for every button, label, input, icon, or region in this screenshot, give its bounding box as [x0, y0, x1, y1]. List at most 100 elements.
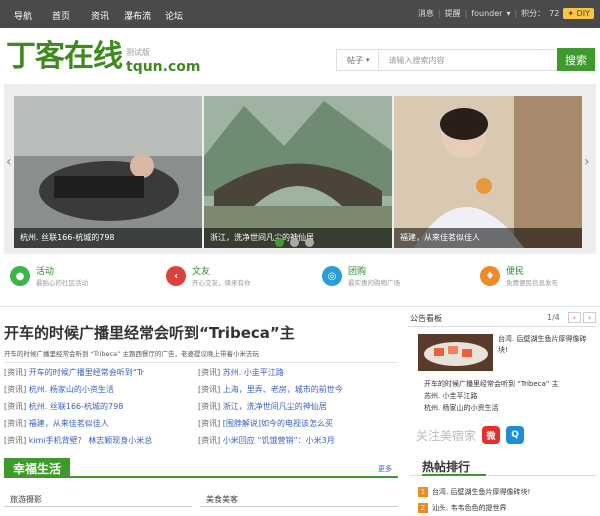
username-link[interactable]: founder [471, 9, 502, 18]
feature-desc: 开心交友，缘来有你 [192, 279, 251, 287]
subsection-travel[interactable]: 旅游摄影 [10, 494, 42, 505]
remind-link[interactable]: 提醒 [445, 8, 461, 19]
divider [4, 362, 398, 363]
news-item[interactable]: [资讯] 杭州. 杨家山的小资生活 [4, 381, 152, 398]
qq-icon[interactable]: Q [506, 426, 525, 444]
slide-photo-bridge [204, 96, 392, 248]
hot-posts-header: 热帖排行 [410, 454, 596, 476]
news-list-right: [资讯] 苏州. 小圭平江路 [资讯] 上海，里弄、老房，城市的前世今 [资讯]… [198, 364, 343, 449]
slider-next-icon[interactable]: › [584, 154, 590, 170]
notice-list: 开车的时候广播里经常会听到 “Tribeca” 主 苏州. 小圭平江路 杭州. … [424, 378, 559, 414]
nav-item-waterfall[interactable]: 瀑布流 [124, 9, 151, 22]
user-bar: 消息 | 提醒 | founder ▾ | 积分： 72 ✦ DIY [418, 8, 594, 19]
sashimi-photo [418, 334, 493, 371]
subsection-food[interactable]: 美食美客 [206, 494, 238, 505]
notice-image[interactable] [418, 334, 493, 371]
notice-item[interactable]: 开车的时候广播里经常会听到 “Tribeca” 主 [424, 378, 559, 390]
nav-item-news[interactable]: 资讯 [91, 9, 109, 22]
feature-group-buy[interactable]: ◎ 团购最实惠的购物广场 [322, 266, 400, 289]
news-item[interactable]: [资讯] [围脖解说]如今的电视该怎么买 [198, 415, 343, 432]
chevron-down-icon: ▾ [366, 56, 370, 64]
divider [4, 506, 192, 507]
slide-2[interactable]: 浙江，洗净世间凡尘的神仙居 [204, 96, 392, 248]
feature-desc: 免费便民信息发布 [506, 279, 558, 287]
feature-title: 团购 [348, 267, 367, 277]
feature-service[interactable]: ♦ 便民免费便民信息发布 [480, 266, 558, 289]
feature-desc: 最实惠的购物广场 [348, 279, 400, 287]
news-item[interactable]: [资讯] 开车的时候广播里经常会听到“Tr [4, 364, 152, 381]
diy-star-icon: ✦ [567, 9, 575, 18]
prev-page-icon[interactable]: ‹ [568, 312, 581, 323]
chevron-down-icon[interactable]: ▾ [506, 9, 510, 18]
hot-post-title[interactable]: 台湾. 后壁湖生鱼片厚得像砖块! [432, 487, 530, 497]
top-bar: 导航 首页 资讯 瀑布流 论坛 消息 | 提醒 | founder ▾ | 积分… [0, 0, 600, 28]
headline-desc: 开车的时候广播里经常会听到 “Tribeca” 主题西餐厅的广告，老婆提议晚上带… [4, 350, 260, 358]
logo-beta-tag: 测试版 [126, 48, 150, 57]
feature-title: 便民 [506, 267, 525, 277]
feature-friends[interactable]: ‹ 文友开心交友，缘来有你 [166, 266, 251, 289]
friends-icon: ‹ [166, 266, 186, 286]
divider [200, 506, 398, 507]
news-item[interactable]: [资讯] 杭州. 丝联166-杭城的798 [4, 398, 152, 415]
points-label: 积分： [521, 9, 546, 18]
search-type-select[interactable]: 帖子 ▾ [337, 50, 379, 70]
feature-desc: 最贴心的社区活动 [36, 279, 88, 287]
hot-post-title[interactable]: 汕头. 韦韦色色的提世界 [432, 503, 506, 513]
life-section-header: 幸福生活 更多 [4, 458, 398, 478]
next-page-icon[interactable]: › [583, 312, 596, 323]
nav-item-guide[interactable]: 导航 [14, 9, 32, 22]
divider [0, 306, 600, 307]
messages-link[interactable]: 消息 [418, 8, 434, 19]
life-section-title: 幸福生活 [4, 458, 70, 478]
feature-title: 活动 [36, 267, 55, 277]
news-item[interactable]: [资讯] kimi手机背壁？ 林志颖现身小米总 [4, 432, 152, 449]
slide-3[interactable]: 福建，从来佳茗似佳人 [394, 96, 582, 248]
more-link[interactable]: 更多 [378, 464, 392, 474]
slide-caption: 福建，从来佳茗似佳人 [394, 228, 582, 248]
nav-item-forum[interactable]: 论坛 [165, 9, 183, 22]
site-logo[interactable]: 丁客在线 测试版 tqun.com [6, 38, 201, 75]
slide-caption: 杭州. 丝联166-杭城的798 [14, 228, 202, 248]
news-item[interactable]: [资讯] 上海，里弄、老房，城市的前世今 [198, 381, 343, 398]
image-slider: ‹ 杭州. 丝联166-杭城的798 浙江，洗净世间凡尘的神仙居 福建，从来佳茗… [4, 84, 596, 254]
hot-post-item[interactable]: 2 汕头. 韦韦色色的提世界 [418, 503, 506, 513]
slider-dots [275, 238, 314, 247]
group-buy-icon: ◎ [322, 266, 342, 286]
logo-domain: tqun.com [126, 59, 201, 75]
news-list-left: [资讯] 开车的时候广播里经常会听到“Tr [资讯] 杭州. 杨家山的小资生活 … [4, 364, 152, 449]
news-item[interactable]: [资讯] 苏州. 小圭平江路 [198, 364, 343, 381]
slider-dot-1[interactable] [275, 238, 284, 247]
notice-item[interactable]: 杭州. 杨家山的小资生活 [424, 402, 559, 414]
slider-dot-3[interactable] [305, 238, 314, 247]
search-button[interactable]: 搜索 [557, 48, 595, 71]
search-input[interactable]: 请输入搜索内容 [379, 55, 445, 66]
follow-label: 关注美宿家 [416, 428, 477, 443]
weibo-icon[interactable]: 微 [482, 426, 501, 444]
search-box: 帖子 ▾ 请输入搜索内容 [336, 49, 557, 71]
activity-icon: ● [10, 266, 30, 286]
service-icon: ♦ [480, 266, 500, 286]
news-item[interactable]: [资讯] 浙江，洗净世间凡尘的神仙居 [198, 398, 343, 415]
notice-page: 1/4 [547, 313, 560, 322]
slider-prev-icon[interactable]: ‹ [6, 154, 12, 170]
notice-board-title: 公告看板 [410, 314, 442, 323]
hot-post-item[interactable]: 1 台湾. 后壁湖生鱼片厚得像砖块! [418, 487, 530, 497]
logo-text: 丁客在线 [6, 39, 123, 74]
nav-item-home[interactable]: 首页 [52, 9, 70, 22]
feature-title: 文友 [192, 267, 211, 277]
headline-title[interactable]: 开车的时候广播里经常会听到“Tribeca”主 [4, 322, 295, 343]
news-item[interactable]: [资讯] 福建，从来佳茗似佳人 [4, 415, 152, 432]
follow-us: 关注美宿家 微 Q [416, 426, 525, 444]
diy-button[interactable]: ✦ DIY [563, 8, 594, 19]
points-value: 72 [549, 9, 560, 18]
slide-photo-woman [14, 96, 202, 248]
slide-photo-tea [394, 96, 582, 248]
feature-activity[interactable]: ● 活动最贴心的社区活动 [10, 266, 88, 289]
news-item[interactable]: [资讯] 小米回应 “饥饿营销”：小米3月 [198, 432, 343, 449]
hot-posts-title: 热帖排行 [422, 460, 471, 474]
notice-image-text[interactable]: 台湾. 后壁湖生鱼片厚得像砖块! [498, 334, 593, 356]
slide-1[interactable]: 杭州. 丝联166-杭城的798 [14, 96, 202, 248]
notice-item[interactable]: 苏州. 小圭平江路 [424, 390, 559, 402]
slider-dot-2[interactable] [290, 238, 299, 247]
title-underline [422, 474, 486, 476]
